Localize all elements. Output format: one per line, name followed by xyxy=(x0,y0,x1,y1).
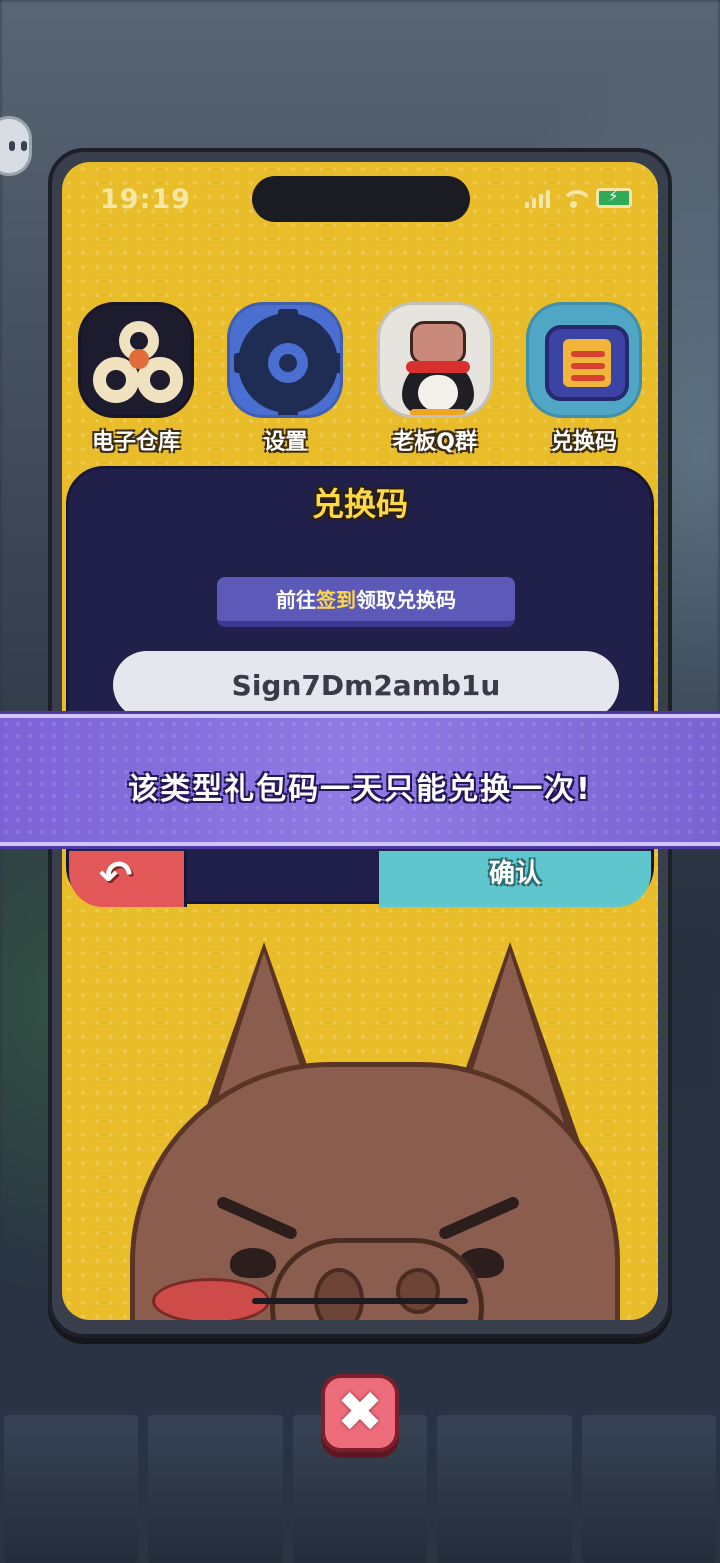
home-indicator[interactable] xyxy=(252,1298,468,1304)
status-icons xyxy=(525,187,632,208)
app-grid: 电子仓库 设置 老板Q群 兑换码 xyxy=(76,302,644,456)
confirm-label: 确认 xyxy=(488,859,541,889)
go-checkin-button[interactable]: 前往签到领取兑换码 xyxy=(217,577,515,627)
status-time: 19:19 xyxy=(100,184,191,215)
checkin-prefix: 前往 xyxy=(276,588,316,612)
back-arrow-icon: ↶ xyxy=(99,853,133,899)
app-label: 老板Q群 xyxy=(392,430,477,455)
close-button[interactable]: ✖ xyxy=(321,1374,399,1452)
battery-charging-icon xyxy=(596,187,632,208)
signal-icon xyxy=(525,188,550,208)
warehouse-icon xyxy=(78,302,194,418)
app-settings[interactable]: 设置 xyxy=(225,302,345,456)
pig-mascot-illustration xyxy=(110,942,630,1320)
gear-icon xyxy=(227,302,344,418)
toast-banner: 该类型礼包码一天只能兑换一次! xyxy=(0,714,720,846)
app-label: 兑换码 xyxy=(550,430,617,455)
app-redeem-code[interactable]: 兑换码 xyxy=(524,302,644,456)
app-label: 设置 xyxy=(263,430,308,455)
back-button[interactable]: ↶ xyxy=(69,851,187,907)
wifi-icon xyxy=(560,188,593,208)
ticket-icon xyxy=(525,302,642,418)
checkin-suffix: 领取兑换码 xyxy=(356,588,456,612)
panel-title: 兑换码 xyxy=(311,485,408,523)
toast-message: 该类型礼包码一天只能兑换一次! xyxy=(128,772,592,807)
dynamic-island xyxy=(252,176,470,222)
confirm-button[interactable]: 确认 xyxy=(379,851,651,907)
redeem-code-input[interactable] xyxy=(113,651,619,719)
checkin-highlight: 签到 xyxy=(316,588,356,612)
app-warehouse[interactable]: 电子仓库 xyxy=(76,302,196,456)
penguin-icon xyxy=(376,302,493,418)
app-label: 电子仓库 xyxy=(91,430,180,455)
side-chat-bubble-icon[interactable] xyxy=(0,116,32,176)
app-boss-qq-group[interactable]: 老板Q群 xyxy=(375,302,495,456)
close-icon: ✖ xyxy=(336,1380,384,1445)
